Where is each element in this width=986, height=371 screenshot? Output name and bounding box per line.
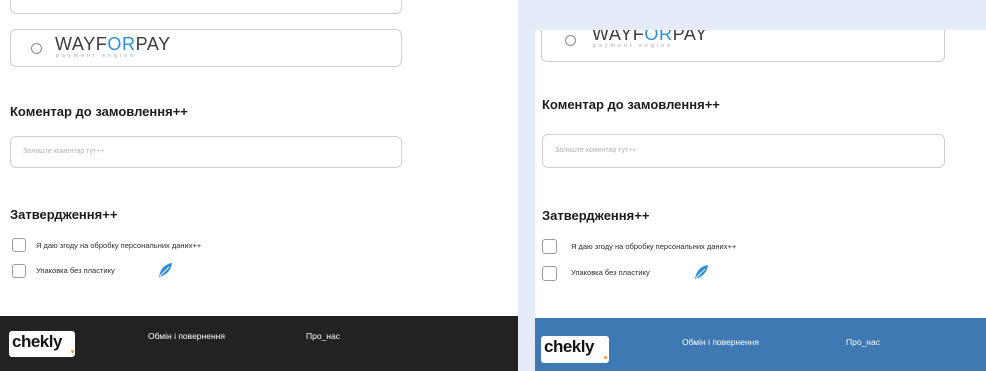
comment-placeholder: Залиште коментар тут++: [555, 147, 637, 154]
comment-input[interactable]: Залиште коментар тут++: [542, 134, 945, 168]
checkout-panel-dark-footer: WAYFORPAY payment engine Коментар до зам…: [0, 0, 518, 371]
logo-text-prefix: WAYF: [592, 30, 645, 44]
packaging-checkbox[interactable]: [542, 266, 557, 281]
leaf-icon: [695, 265, 708, 279]
logo-text-suffix: PAY: [672, 30, 708, 44]
site-footer-dark: chekly Обмін і повернення Про_нас: [0, 316, 518, 371]
confirmation-heading: Затвердження++: [10, 207, 118, 222]
confirmation-heading: Затвердження++: [542, 208, 650, 223]
site-footer-blue: chekly Обмін і повернення Про_нас: [535, 318, 986, 371]
wayforpay-tagline: payment engine: [593, 43, 674, 49]
payment-radio[interactable]: [31, 43, 42, 54]
wayforpay-tagline: payment engine: [56, 53, 137, 59]
footer-link-exchange-returns[interactable]: Обмін і повернення: [148, 332, 225, 341]
brand-dot: [71, 350, 74, 353]
payment-option-previous[interactable]: [10, 0, 402, 14]
wayforpay-logo: WAYFORPAY: [592, 30, 708, 43]
payment-option-wayforpay[interactable]: WAYFORPAY payment engine: [10, 29, 402, 67]
packaging-checkbox[interactable]: [12, 264, 26, 278]
brand-logo[interactable]: chekly: [541, 336, 609, 363]
comment-heading: Коментар до замовлення++: [542, 97, 720, 112]
consent-label: Я даю згоду на обробку персональних дани…: [36, 241, 202, 250]
checkout-panel-blue-footer: WAYFORPAY payment engine Коментар до зам…: [535, 30, 986, 371]
leaf-icon: [159, 263, 172, 277]
brand-dot: [604, 356, 607, 359]
brand-name: chekly: [544, 337, 594, 356]
logo-text-mid: OR: [107, 34, 136, 54]
payment-radio[interactable]: [565, 35, 576, 46]
footer-link-exchange-returns[interactable]: Обмін і повернення: [682, 338, 759, 347]
brand-logo[interactable]: chekly: [9, 331, 75, 357]
packaging-label: Упаковка без пластику: [36, 266, 115, 275]
logo-text-prefix: WAYF: [55, 34, 108, 54]
footer-link-about[interactable]: Про_нас: [306, 332, 340, 341]
logo-text-mid: OR: [644, 30, 673, 44]
packaging-label: Упаковка без пластику: [571, 268, 650, 277]
comment-placeholder: Залиште коментар тут++: [23, 148, 105, 155]
payment-option-wayforpay[interactable]: WAYFORPAY payment engine: [541, 30, 945, 62]
consent-checkbox[interactable]: [542, 239, 557, 254]
consent-label: Я даю згоду на обробку персональних дани…: [571, 242, 737, 251]
footer-link-about[interactable]: Про_нас: [846, 338, 880, 347]
comment-heading: Коментар до замовлення++: [10, 104, 188, 119]
comment-input[interactable]: Залиште коментар тут++: [10, 136, 402, 168]
wayforpay-logo: WAYFORPAY: [55, 35, 171, 53]
logo-text-suffix: PAY: [135, 34, 171, 54]
brand-name: chekly: [12, 332, 62, 351]
consent-checkbox[interactable]: [12, 238, 26, 252]
